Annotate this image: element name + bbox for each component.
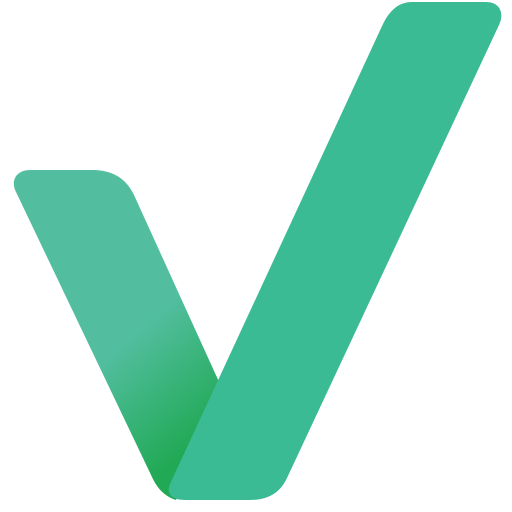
checkmark-icon (13, 2, 502, 500)
logo-canvas (0, 0, 512, 512)
checkmark-right-stroke (168, 2, 502, 500)
